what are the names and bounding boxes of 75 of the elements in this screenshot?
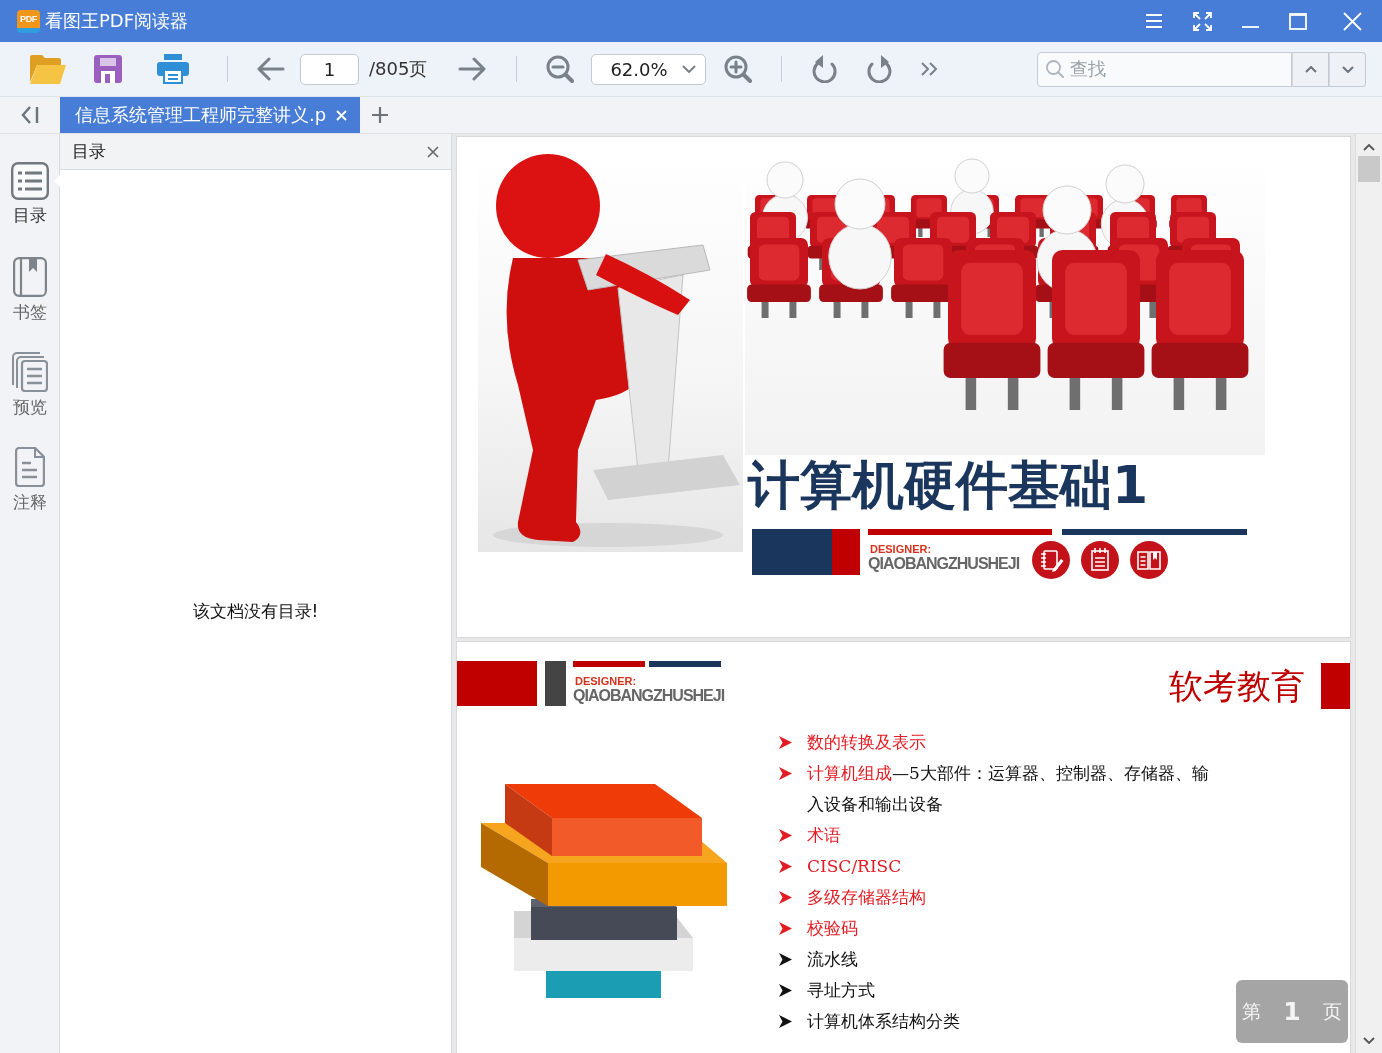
decor-stripe bbox=[573, 661, 645, 667]
list-item-text: 流水线 bbox=[807, 948, 859, 971]
bullet-arrow-icon bbox=[779, 767, 792, 780]
next-result-button[interactable] bbox=[1329, 51, 1366, 87]
notepad-icon bbox=[1081, 541, 1119, 579]
maximize-icon[interactable] bbox=[1289, 12, 1307, 30]
page-number-field[interactable]: 1 bbox=[300, 53, 359, 85]
close-icon[interactable] bbox=[427, 145, 439, 158]
bullet-arrow-icon bbox=[779, 1015, 792, 1028]
sidebar-tab[interactable]: 目录 bbox=[0, 162, 59, 257]
chevron-down-icon bbox=[682, 65, 697, 73]
decor-block bbox=[1321, 663, 1350, 709]
open-book-icon bbox=[1130, 541, 1168, 579]
designer-label: DESIGNER: bbox=[870, 543, 932, 555]
decor-stripe bbox=[649, 661, 721, 667]
list-item-text: 多级存储器结构 bbox=[807, 886, 927, 909]
zoom-in-icon[interactable] bbox=[724, 55, 753, 83]
folder-icon[interactable] bbox=[30, 54, 66, 84]
plus-icon[interactable] bbox=[372, 107, 388, 123]
previous-result-button[interactable] bbox=[1292, 51, 1329, 87]
fullscreen-icon[interactable] bbox=[1192, 11, 1212, 31]
bullet-arrow-icon bbox=[779, 953, 792, 966]
collapse-panel-icon[interactable] bbox=[21, 105, 39, 125]
chevron-down-icon[interactable] bbox=[1363, 1037, 1375, 1044]
list-item-text: 计算机组成—5大部件：运算器、控制器、存储器、输入设备和输出设备 bbox=[807, 762, 1210, 816]
document-tab[interactable]: 信息系统管理工程师完整讲义.p bbox=[60, 97, 360, 133]
scrollbar-thumb[interactable] bbox=[1358, 156, 1380, 182]
empty-message: 该文档没有目录! bbox=[192, 600, 319, 623]
page-indicator: 第 1 页 bbox=[1236, 980, 1348, 1043]
print-icon[interactable] bbox=[157, 54, 189, 84]
arrow-left-icon[interactable] bbox=[257, 57, 285, 81]
search-icon bbox=[1046, 60, 1064, 78]
zoom-select[interactable]: 62.0% bbox=[591, 53, 707, 85]
list-item-text: 术语 bbox=[807, 824, 842, 847]
document-icon bbox=[14, 447, 45, 487]
app-logo: PDF bbox=[17, 9, 40, 33]
scrollbar[interactable] bbox=[1355, 134, 1382, 1053]
chevron-up-icon bbox=[1304, 65, 1317, 73]
sidebar-tab[interactable]: 注释 bbox=[0, 447, 59, 542]
page-count: /805页 bbox=[369, 57, 428, 81]
section-heading: 软考教育 bbox=[1169, 665, 1305, 708]
pages-icon bbox=[11, 352, 48, 392]
list-item-text: 计算机体系结构分类 bbox=[807, 1010, 961, 1033]
list-item-text: 寻址方式 bbox=[807, 979, 876, 1002]
list-item-text: CISC/RISC bbox=[807, 855, 903, 878]
bullet-arrow-icon bbox=[779, 922, 792, 935]
double-chevron-icon[interactable] bbox=[921, 62, 938, 76]
rotate-left-icon[interactable] bbox=[812, 55, 838, 83]
designer-label: DESIGNER: bbox=[575, 675, 637, 687]
notebook-icon bbox=[1032, 541, 1070, 579]
minimize-icon[interactable] bbox=[1241, 26, 1259, 28]
list-icon bbox=[10, 162, 49, 200]
chevron-up-icon[interactable] bbox=[1363, 144, 1375, 151]
menu-icon[interactable] bbox=[1146, 14, 1162, 28]
list-item-text: 校验码 bbox=[807, 917, 859, 940]
bullet-arrow-icon bbox=[779, 891, 792, 904]
window-title: 看图王PDF阅读器 bbox=[45, 9, 189, 33]
bookmark-icon bbox=[12, 257, 47, 297]
chevron-down-icon bbox=[1341, 65, 1354, 73]
sidebar-tab[interactable]: 预览 bbox=[0, 352, 59, 447]
decor-block bbox=[545, 661, 566, 706]
bullet-arrow-icon bbox=[779, 984, 792, 997]
designer-name: QIAOBANGZHUSHEJI bbox=[868, 555, 1020, 573]
arrow-right-icon[interactable] bbox=[458, 57, 487, 81]
save-icon[interactable] bbox=[94, 55, 122, 83]
designer-name: QIAOBANGZHUSHEJI bbox=[573, 687, 725, 705]
bullet-arrow-icon bbox=[779, 860, 792, 873]
list-item-text: 数的转换及表示 bbox=[807, 731, 927, 754]
bullet-arrow-icon bbox=[779, 736, 792, 749]
bullet-arrow-icon bbox=[779, 829, 792, 842]
zoom-out-icon[interactable] bbox=[546, 55, 575, 83]
rotate-right-icon[interactable] bbox=[867, 55, 893, 83]
cover-title: 计算机硬件基础1 bbox=[748, 455, 1149, 515]
panel-title: 目录 bbox=[72, 140, 106, 163]
sidebar-tab[interactable]: 书签 bbox=[0, 257, 59, 352]
